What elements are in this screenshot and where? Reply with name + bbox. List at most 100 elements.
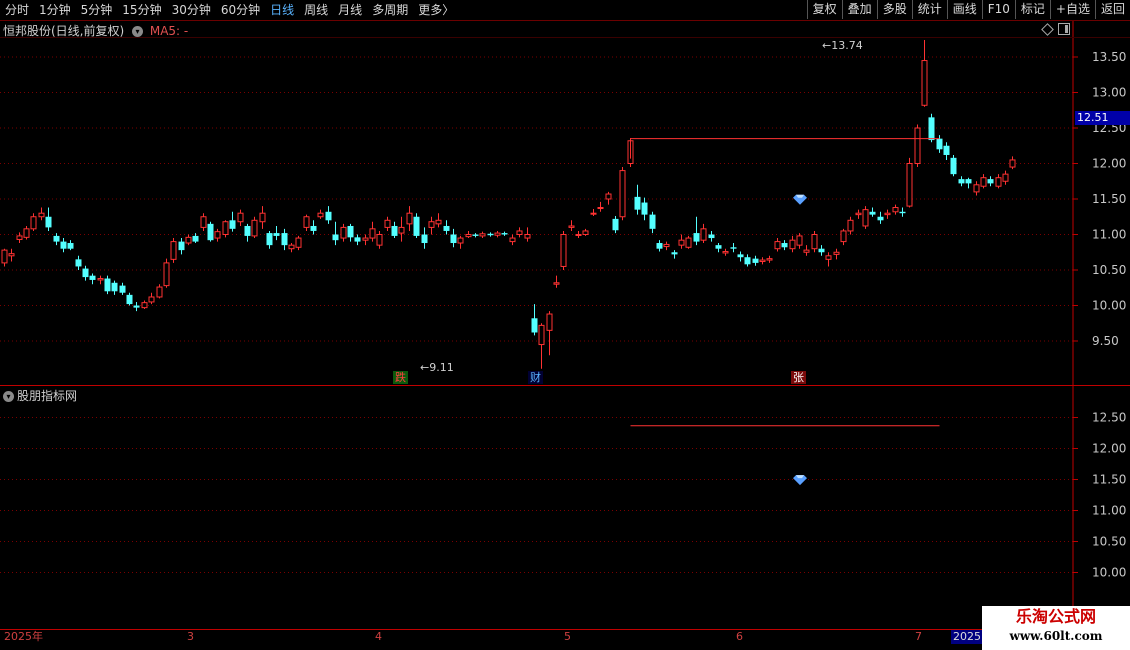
candle-body [450, 234, 457, 244]
candle-body [641, 202, 648, 215]
candle-body [914, 127, 921, 164]
candle-body [413, 216, 420, 236]
candle-body [649, 214, 656, 229]
candle-body [619, 170, 626, 218]
candle-body [97, 278, 104, 281]
watermark-logo: 乐淘公式网 www.60lt.com [982, 606, 1130, 650]
date-label: 2025年 [4, 630, 43, 643]
indicator-tick-label: 10.50 [1092, 535, 1126, 549]
panel-toggle-icon[interactable] [1058, 23, 1070, 35]
candle-body [737, 254, 744, 258]
candle-body [156, 286, 163, 298]
ma5-label: MA5: - [149, 24, 189, 38]
candle-body [457, 237, 464, 244]
candle-body [759, 259, 766, 262]
diamond-icon[interactable] [1041, 23, 1054, 36]
high-price-annotation: ←13.74 [822, 39, 863, 52]
indicator-tick-label: 11.00 [1092, 504, 1126, 518]
price-tick-label: 10.50 [1092, 263, 1126, 277]
candlestick-chart[interactable]: 13.50 13.00 12.50 12.00 11.50 11.00 10.50 10.00… [0, 0, 1130, 650]
candle-body [847, 219, 854, 232]
arrow-left-icon: ← [822, 39, 832, 52]
candle-body [23, 228, 30, 238]
candle-body [678, 239, 685, 246]
candle-body [170, 241, 177, 260]
candle-body [347, 225, 354, 238]
candle-body [207, 223, 214, 241]
candle-body [582, 230, 589, 235]
candle-body [693, 233, 700, 242]
candle-body [531, 318, 538, 333]
candle-body [75, 259, 82, 267]
candle-body [178, 241, 185, 251]
candle-body [104, 278, 111, 292]
candle-body [789, 239, 796, 250]
diamond-gem-icon [793, 475, 807, 486]
candle-body [803, 249, 810, 253]
candle-body [200, 216, 207, 228]
date-label: 4 [375, 630, 382, 643]
candle-body [869, 211, 876, 215]
candle-body [163, 262, 170, 287]
indicator-tick-label: 12.00 [1092, 442, 1126, 456]
marker-zhang[interactable]: 张 [791, 371, 806, 384]
marker-die[interactable]: 跌 [393, 371, 408, 384]
candle-body [634, 196, 641, 210]
current-price-tag: 12.51 [1075, 111, 1130, 125]
high-price-value: 13.74 [831, 39, 863, 52]
diamond-gem-icon [793, 194, 807, 205]
candle-body [317, 212, 324, 218]
marker-cai[interactable]: 财 [528, 371, 543, 384]
indicator-tick-label: 10.00 [1092, 566, 1126, 580]
candle-body [1009, 159, 1016, 168]
indicator-pane-title: ▾ 股朋指标网 [3, 387, 77, 404]
candle-body [958, 179, 965, 184]
candle-body [700, 228, 707, 241]
candle-body [428, 221, 435, 228]
candle-body [818, 248, 825, 253]
candle-body [995, 177, 1002, 187]
candle-body [487, 233, 494, 236]
candle-body [295, 237, 302, 248]
candle-body [899, 211, 906, 214]
candle-body [943, 145, 950, 155]
candle-body [406, 212, 413, 225]
chevron-down-icon[interactable]: ▾ [132, 26, 144, 37]
candle-body [501, 233, 508, 235]
candle-body [855, 212, 862, 216]
low-price-value: 9.11 [429, 361, 454, 374]
candle-body [590, 212, 597, 215]
candle-body [715, 245, 722, 249]
candle-body [192, 235, 199, 242]
candle-body [479, 233, 486, 237]
candle-body [1002, 173, 1009, 182]
candle-body [884, 212, 891, 216]
candle-body [45, 216, 52, 228]
chevron-down-icon[interactable]: ▾ [3, 391, 14, 402]
candle-body [928, 117, 935, 141]
candle-body [273, 233, 280, 236]
candle-body [575, 234, 582, 236]
indicator-tick-label: 12.50 [1092, 411, 1126, 425]
candle-body [597, 207, 604, 210]
candle-body [546, 313, 553, 331]
candle-body [560, 234, 567, 267]
candle-body [214, 231, 221, 239]
candle-body [60, 241, 67, 249]
candle-body [67, 243, 74, 249]
candle-body [421, 234, 428, 244]
pane-controls [1041, 23, 1070, 36]
candle-body [281, 233, 288, 246]
candle-body [568, 225, 575, 228]
price-tick-label: 9.50 [1092, 334, 1119, 348]
candle-body [141, 302, 148, 309]
candle-body [310, 225, 317, 231]
candle-body [391, 225, 398, 236]
candle-body [82, 268, 89, 278]
candle-body [862, 209, 869, 227]
candle-body [973, 184, 980, 193]
candle-body [921, 60, 928, 106]
candle-body [766, 258, 773, 261]
candle-body [332, 234, 339, 241]
candle-body [965, 179, 972, 184]
